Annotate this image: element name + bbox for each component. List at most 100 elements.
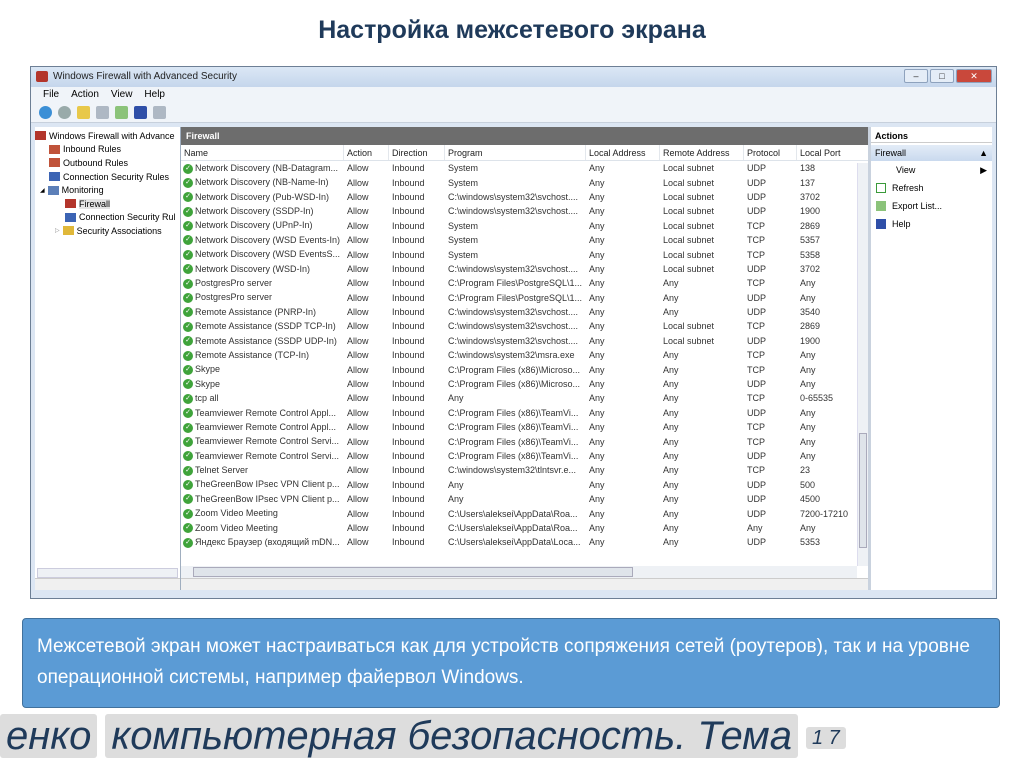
- table-row[interactable]: ✓ Remote Assistance (SSDP TCP-In) Allow Inb…: [181, 319, 868, 333]
- maximize-button[interactable]: □: [930, 69, 954, 83]
- column-header-action[interactable]: Action: [344, 145, 389, 160]
- table-row[interactable]: ✓ Network Discovery (Pub-WSD-In) Allow Inbo…: [181, 190, 868, 204]
- table-row[interactable]: ✓ Яндекс Браузер (входящий mDN... Allow Inb…: [181, 535, 868, 549]
- cell-remote-address: Any: [663, 537, 679, 548]
- cell-program: C:\Program Files\PostgreSQL\1...: [448, 278, 583, 289]
- table-row[interactable]: ✓ Network Discovery (NB-Name-In) Allow Inbo…: [181, 175, 868, 189]
- table-row[interactable]: ✓ PostgresPro server Allow Inbound C:\Progra…: [181, 276, 868, 290]
- collapse-arrow-icon[interactable]: ▷: [55, 227, 60, 234]
- rule-name: Teamviewer Remote Control Servi...: [195, 450, 340, 461]
- tree-horizontal-scrollbar[interactable]: [37, 568, 178, 578]
- tree-item-connection-security-rules[interactable]: Connection Security Rules: [35, 170, 180, 184]
- table-row[interactable]: ✓ Telnet Server Allow Inbound C:\windows\sys…: [181, 463, 868, 477]
- collapse-up-icon[interactable]: ▲: [979, 148, 988, 158]
- table-row[interactable]: ✓ Network Discovery (SSDP-In) Allow Inbound…: [181, 204, 868, 218]
- cell-name: ✓ Teamviewer Remote Control Appl...: [181, 408, 344, 419]
- menu-view[interactable]: View: [111, 89, 133, 101]
- cell-protocol: TCP: [747, 321, 765, 332]
- cell-name: ✓ Network Discovery (NB-Name-In): [181, 177, 344, 188]
- cell-name: ✓ Remote Assistance (SSDP TCP-In): [181, 321, 344, 332]
- column-header-protocol[interactable]: Protocol: [744, 145, 797, 160]
- show-hide-tree-icon[interactable]: [96, 106, 109, 119]
- cell-name: ✓ Skype: [181, 364, 344, 375]
- table-row[interactable]: ✓ Teamviewer Remote Control Servi... Allow…: [181, 449, 868, 463]
- cell-action: Allow: [347, 508, 369, 519]
- vertical-scroll-thumb[interactable]: [859, 433, 867, 548]
- table-row[interactable]: ✓ Network Discovery (WSD Events-In) Allow I…: [181, 233, 868, 247]
- cell-protocol: UDP: [747, 307, 767, 318]
- menu-help[interactable]: Help: [144, 89, 165, 101]
- help-icon[interactable]: [134, 106, 147, 119]
- show-hide-action-pane-icon[interactable]: [153, 106, 166, 119]
- tree-item-root[interactable]: Windows Firewall with Advance: [35, 129, 180, 143]
- cell-program: C:\Program Files\PostgreSQL\1...: [448, 292, 583, 303]
- table-row[interactable]: ✓ Zoom Video Meeting Allow Inbound C:\Users\…: [181, 521, 868, 535]
- tree-item-security-associations[interactable]: ▷ Security Associations: [35, 224, 180, 238]
- menu-file[interactable]: File: [43, 89, 59, 101]
- back-icon[interactable]: [39, 106, 52, 119]
- tree-item-monitoring[interactable]: ◢ Monitoring: [35, 183, 180, 197]
- rule-name: Яндекс Браузер (входящий mDN...: [195, 537, 340, 548]
- cell-remote-address: Local subnet: [663, 335, 715, 346]
- column-header-name[interactable]: Name: [181, 145, 344, 160]
- table-row[interactable]: ✓ Teamviewer Remote Control Appl... Allow I…: [181, 406, 868, 420]
- up-folder-icon[interactable]: [77, 106, 90, 119]
- action-export-list[interactable]: Export List...: [871, 197, 992, 215]
- tree-item-outbound-rules[interactable]: Outbound Rules: [35, 156, 180, 170]
- table-row[interactable]: ✓ PostgresPro server Allow Inbound C:\Progra…: [181, 291, 868, 305]
- cell-direction: Inbound: [392, 465, 425, 476]
- cell-remote-address: Any: [663, 508, 679, 519]
- footer-course: компьютерная безопасность. Тема: [105, 714, 798, 758]
- table-row[interactable]: ✓ Network Discovery (WSD EventsS... Allow I…: [181, 247, 868, 261]
- table-row[interactable]: ✓ Skype Allow Inbound C:\Program Files (x86)…: [181, 362, 868, 376]
- column-header-direction[interactable]: Direction: [389, 145, 445, 160]
- table-row[interactable]: ✓ Network Discovery (WSD-In) Allow Inbound C…: [181, 262, 868, 276]
- table-row[interactable]: ✓ Network Discovery (NB-Datagram... Allow I…: [181, 161, 868, 175]
- cell-local-port: Any: [800, 278, 816, 289]
- table-row[interactable]: ✓ Skype Allow Inbound C:\Program Files (x86)…: [181, 377, 868, 391]
- cell-direction: Inbound: [392, 292, 425, 303]
- table-row[interactable]: ✓ tcp all Allow Inbound Any Any Any TCP 0-65535: [181, 391, 868, 405]
- table-row[interactable]: ✓ Zoom Video Meeting Allow Inbound C:\Users\…: [181, 506, 868, 520]
- column-header-program[interactable]: Program: [445, 145, 586, 160]
- table-row[interactable]: ✓ Network Discovery (UPnP-In) Allow Inbound…: [181, 219, 868, 233]
- cell-direction: Inbound: [392, 508, 425, 519]
- action-refresh[interactable]: Refresh: [871, 179, 992, 197]
- table-row[interactable]: ✓ Remote Assistance (SSDP UDP-In) Allow Inb…: [181, 334, 868, 348]
- column-header-local-address[interactable]: Local Address: [586, 145, 660, 160]
- menu-action[interactable]: Action: [71, 89, 99, 101]
- action-view[interactable]: View ▶: [871, 161, 992, 179]
- table-row[interactable]: ✓ TheGreenBow IPsec VPN Client p... Allow I…: [181, 478, 868, 492]
- vertical-scrollbar[interactable]: [857, 163, 868, 566]
- cell-protocol: TCP: [747, 465, 765, 476]
- actions-section-firewall[interactable]: Firewall ▲: [871, 145, 992, 161]
- cell-name: ✓ Remote Assistance (SSDP UDP-In): [181, 336, 344, 347]
- column-header-remote-address[interactable]: Remote Address: [660, 145, 744, 160]
- cell-action: Allow: [347, 335, 369, 346]
- cell-local-address: Any: [589, 321, 605, 332]
- horizontal-scroll-thumb[interactable]: [193, 567, 633, 577]
- monitor-icon: [47, 185, 59, 195]
- minimize-button[interactable]: –: [904, 69, 928, 83]
- table-row[interactable]: ✓ Remote Assistance (TCP-In) Allow Inbound C…: [181, 348, 868, 362]
- table-row[interactable]: ✓ Teamviewer Remote Control Appl... Allow I…: [181, 420, 868, 434]
- table-row[interactable]: ✓ Remote Assistance (PNRP-In) Allow Inbound…: [181, 305, 868, 319]
- tree-item-firewall[interactable]: Firewall: [35, 197, 180, 211]
- forward-icon[interactable]: [58, 106, 71, 119]
- rule-name: PostgresPro server: [195, 278, 273, 288]
- action-help[interactable]: Help: [871, 215, 992, 233]
- tree-item-inbound-rules[interactable]: Inbound Rules: [35, 143, 180, 157]
- export-icon[interactable]: [115, 106, 128, 119]
- cell-name: ✓ Network Discovery (WSD EventsS...: [181, 249, 344, 260]
- cell-direction: Inbound: [392, 249, 425, 260]
- table-row[interactable]: ✓ Teamviewer Remote Control Servi... Allow…: [181, 434, 868, 448]
- expand-arrow-icon[interactable]: ◢: [40, 187, 45, 194]
- table-row[interactable]: ✓ TheGreenBow IPsec VPN Client p... Allow I…: [181, 492, 868, 506]
- cell-local-port: 0-65535: [800, 393, 834, 404]
- tree-item-monitoring-connection-security-rules[interactable]: Connection Security Rul: [35, 211, 180, 225]
- column-header-local-port[interactable]: Local Port: [797, 145, 855, 160]
- horizontal-scrollbar[interactable]: [181, 566, 857, 578]
- close-button[interactable]: ✕: [956, 69, 992, 83]
- rule-name: Zoom Video Meeting: [195, 508, 278, 519]
- rule-name: Network Discovery (NB-Name-In): [195, 177, 329, 188]
